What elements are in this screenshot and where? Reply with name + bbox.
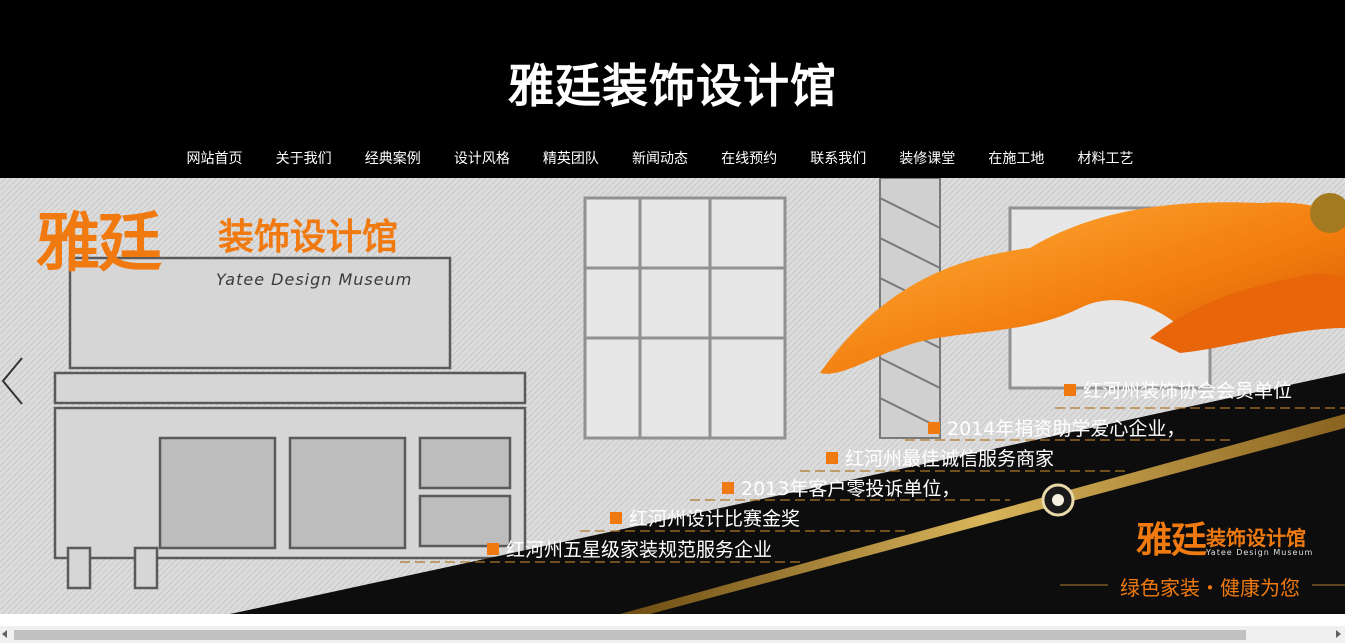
nav-item-booking[interactable]: 在线预约 [705, 148, 794, 170]
nav-item-home[interactable]: 网站首页 [170, 148, 259, 170]
banner-logo2-big: 雅廷 [1136, 519, 1207, 561]
slider-prev-button[interactable] [0, 356, 24, 406]
site-title: 雅廷装饰设计馆 [508, 59, 837, 113]
nav-item-about[interactable]: 关于我们 [259, 148, 348, 170]
honor-text: 红河州五星级家装规范服务企业 [506, 539, 773, 561]
chevron-left-icon [1, 357, 23, 405]
honor-item: 2014年捐资助学爱心企业， [928, 420, 1185, 439]
site-header: 雅廷装饰设计馆 网站首页 关于我们 经典案例 设计风格 精英团队 新闻动态 在线… [0, 0, 1345, 178]
nav-item-class[interactable]: 装修课堂 [883, 148, 972, 170]
scroll-right-arrow-icon[interactable] [1336, 630, 1341, 638]
main-nav: 网站首页 关于我们 经典案例 设计风格 精英团队 新闻动态 在线预约 联系我们 … [170, 148, 1150, 170]
honor-item: 红河州装饰协会会员单位 [1064, 382, 1292, 401]
horizontal-scrollbar[interactable] [0, 626, 1345, 643]
nav-item-news[interactable]: 新闻动态 [615, 148, 704, 170]
scroll-left-arrow-icon[interactable] [2, 630, 7, 638]
banner-brand-english: Yatee Design Museum [216, 270, 413, 289]
banner-brand-small: 装饰设计馆 [218, 217, 399, 258]
nav-item-contact[interactable]: 联系我们 [794, 148, 883, 170]
scroll-thumb[interactable] [14, 630, 1246, 640]
honor-text: 红河州最佳诚信服务商家 [845, 448, 1055, 470]
nav-item-materials[interactable]: 材料工艺 [1061, 148, 1150, 170]
honor-text: 红河州装饰协会会员单位 [1083, 380, 1293, 402]
banner-logo2-english: Yatee Design Museum [1206, 548, 1314, 557]
honor-item: 红河州设计比赛金奖 [610, 510, 800, 529]
honor-item: 2013年客户零投诉单位， [722, 480, 960, 499]
honor-item: 红河州五星级家装规范服务企业 [487, 541, 772, 560]
nav-item-team[interactable]: 精英团队 [526, 148, 615, 170]
nav-item-cases[interactable]: 经典案例 [348, 148, 437, 170]
nav-item-styles[interactable]: 设计风格 [437, 148, 526, 170]
honor-item: 红河州最佳诚信服务商家 [826, 450, 1054, 469]
honor-text: 红河州设计比赛金奖 [629, 508, 801, 530]
honor-text: 2014年捐资助学爱心企业， [947, 418, 1186, 440]
honor-text: 2013年客户零投诉单位， [741, 478, 961, 500]
banner-slogan: 绿色家装・健康为您 [1120, 576, 1300, 600]
nav-item-sites[interactable]: 在施工地 [972, 148, 1061, 170]
banner-brand-big: 雅廷 [36, 206, 162, 281]
hero-banner[interactable]: 雅廷 装饰设计馆 Yatee Design Museum 红河州装饰协会会员单位… [0, 178, 1345, 614]
banner-logo2-small: 装饰设计馆 [1206, 526, 1306, 550]
